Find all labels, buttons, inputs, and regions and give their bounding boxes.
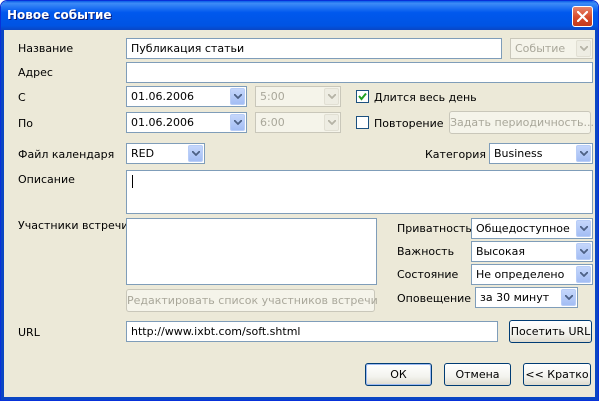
url-input[interactable]: http://www.ixbt.com/soft.shtml bbox=[126, 321, 498, 342]
name-input[interactable]: Публикация статьи bbox=[126, 38, 502, 59]
alarm-select[interactable]: за 30 минут bbox=[475, 287, 578, 308]
visit-url-button[interactable]: Посетить URL bbox=[509, 320, 592, 343]
window-title: Новое событие bbox=[7, 8, 112, 22]
chevron-down-icon bbox=[324, 114, 339, 131]
privacy-value: Общедоступное bbox=[476, 222, 570, 235]
status-label: Состояние bbox=[397, 268, 459, 281]
address-input[interactable] bbox=[126, 62, 593, 83]
close-icon bbox=[577, 11, 588, 22]
status-select[interactable]: Не определено bbox=[471, 264, 593, 285]
category-select[interactable]: Business bbox=[489, 143, 593, 164]
all-day-checkbox[interactable] bbox=[356, 90, 369, 103]
calendar-file-value: RED bbox=[131, 147, 155, 160]
alarm-label: Оповещение bbox=[397, 292, 472, 305]
start-time-select[interactable]: 5:00 bbox=[255, 86, 341, 107]
close-button[interactable] bbox=[572, 6, 593, 27]
chevron-down-icon bbox=[188, 145, 203, 162]
end-time-select[interactable]: 6:00 bbox=[255, 112, 341, 133]
event-type-select[interactable]: Событие bbox=[510, 38, 593, 59]
text-caret bbox=[132, 175, 133, 188]
chevron-down-icon bbox=[230, 88, 245, 105]
importance-select[interactable]: Высокая bbox=[471, 241, 593, 262]
repeat-checkbox[interactable] bbox=[356, 116, 369, 129]
category-value: Business bbox=[494, 147, 543, 160]
ok-button[interactable]: ОК bbox=[365, 363, 432, 386]
cancel-button[interactable]: Отмена bbox=[444, 363, 511, 386]
name-label: Название bbox=[18, 42, 74, 55]
event-type-value: Событие bbox=[515, 42, 566, 55]
end-date-picker[interactable]: 01.06.2006 bbox=[126, 112, 247, 133]
end-label: По bbox=[18, 117, 34, 130]
attendees-list[interactable] bbox=[126, 218, 377, 285]
importance-label: Важность bbox=[397, 245, 455, 258]
chevron-down-icon bbox=[324, 88, 339, 105]
chevron-down-icon bbox=[576, 220, 591, 237]
start-date-picker[interactable]: 01.06.2006 bbox=[126, 86, 247, 107]
status-value: Не определено bbox=[476, 268, 565, 281]
description-label: Описание bbox=[18, 173, 75, 186]
brief-button[interactable]: << Кратко bbox=[523, 363, 591, 386]
chevron-down-icon bbox=[561, 289, 576, 306]
calendar-file-label: Файл календаря bbox=[18, 148, 115, 161]
chevron-down-icon bbox=[576, 145, 591, 162]
start-label: С bbox=[18, 91, 26, 104]
repeat-label[interactable]: Повторение bbox=[374, 117, 443, 130]
all-day-label[interactable]: Длится весь день bbox=[374, 91, 477, 104]
url-label: URL bbox=[18, 326, 40, 339]
edit-attendees-button[interactable]: Редактировать список участников встречи bbox=[126, 289, 378, 312]
end-date-value: 01.06.2006 bbox=[131, 116, 194, 129]
end-time-value: 6:00 bbox=[260, 116, 285, 129]
chevron-down-icon bbox=[576, 266, 591, 283]
chevron-down-icon bbox=[576, 40, 591, 57]
attendees-label: Участники встречи bbox=[18, 219, 129, 232]
chevron-down-icon bbox=[576, 243, 591, 260]
calendar-file-select[interactable]: RED bbox=[126, 143, 205, 164]
address-label: Адрес bbox=[18, 66, 53, 79]
start-date-value: 01.06.2006 bbox=[131, 90, 194, 103]
importance-value: Высокая bbox=[476, 245, 526, 258]
chevron-down-icon bbox=[230, 114, 245, 131]
category-label: Категория bbox=[425, 148, 486, 161]
privacy-select[interactable]: Общедоступное bbox=[471, 218, 593, 239]
set-recurrence-button[interactable]: Задать периодичность... bbox=[449, 111, 594, 134]
title-bar: Новое событие bbox=[1, 1, 598, 30]
alarm-value: за 30 минут bbox=[480, 291, 550, 304]
checkmark-icon bbox=[358, 92, 367, 101]
description-textarea[interactable] bbox=[126, 170, 593, 214]
privacy-label: Приватность bbox=[397, 222, 472, 235]
new-event-dialog: Новое событие Название Публикация статьи… bbox=[0, 0, 599, 401]
start-time-value: 5:00 bbox=[260, 90, 285, 103]
